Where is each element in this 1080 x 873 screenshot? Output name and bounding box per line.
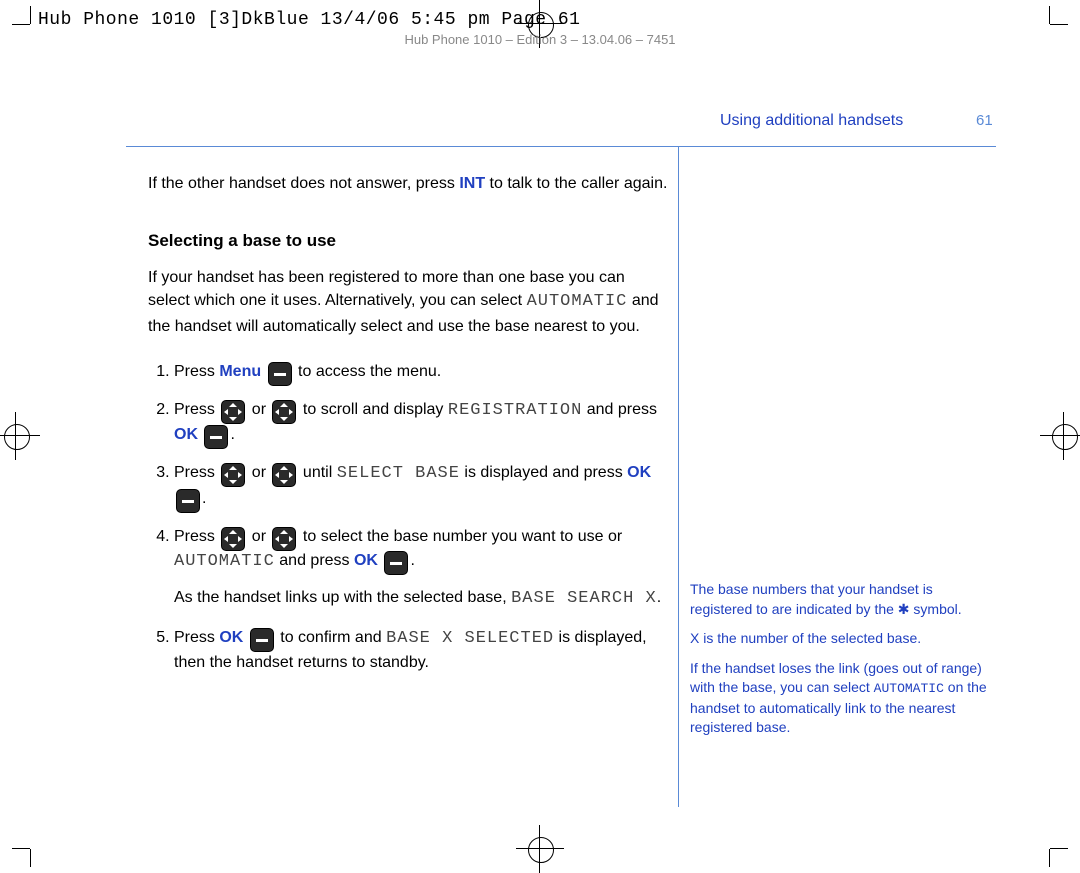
ok-key: OK bbox=[354, 552, 378, 569]
ok-button-icon bbox=[250, 628, 274, 652]
print-job-subheader: Hub Phone 1010 – Edition 3 – 13.04.06 – … bbox=[0, 32, 1080, 47]
step-3-b: until bbox=[298, 464, 336, 481]
step-3-c: is displayed and press bbox=[460, 464, 627, 481]
step-4-b: to select the base number you want to us… bbox=[298, 528, 622, 545]
step-4-note: As the handset links up with the selecte… bbox=[174, 586, 668, 612]
step-2-a: Press bbox=[174, 401, 219, 418]
lcd-registration: REGISTRATION bbox=[448, 401, 582, 420]
step-4-note-a: As the handset links up with the selecte… bbox=[174, 589, 511, 606]
registration-mark-bottom bbox=[516, 825, 564, 873]
section-intro: If your handset has been registered to m… bbox=[148, 266, 668, 338]
page-section-title: Using additional handsets bbox=[720, 112, 903, 130]
nav-button-icon bbox=[272, 463, 296, 487]
lcd-automatic: AUTOMATIC bbox=[174, 552, 275, 571]
int-key: INT bbox=[459, 175, 485, 192]
step-2-d: . bbox=[230, 426, 234, 443]
step-4-a: Press bbox=[174, 528, 219, 545]
step-5-b: to confirm and bbox=[276, 629, 386, 646]
menu-button-icon bbox=[268, 362, 292, 386]
nav-button-icon bbox=[272, 527, 296, 551]
registration-mark-left bbox=[0, 412, 40, 460]
main-column: If the other handset does not answer, pr… bbox=[148, 172, 668, 689]
ok-key: OK bbox=[219, 629, 243, 646]
step-3-or: or bbox=[247, 464, 270, 481]
step-5-a: Press bbox=[174, 629, 219, 646]
step-4-c: and press bbox=[275, 552, 354, 569]
step-4: Press or to select the base number you w… bbox=[174, 525, 668, 612]
step-5: Press OK to confirm and BASE X SELECTED … bbox=[174, 626, 668, 676]
step-1: Press Menu to access the menu. bbox=[174, 360, 668, 384]
intro-suffix: to talk to the caller again. bbox=[485, 175, 667, 192]
step-4-or: or bbox=[247, 528, 270, 545]
menu-key: Menu bbox=[219, 363, 261, 380]
sidebar-note-3: If the handset loses the link (goes out … bbox=[690, 659, 990, 738]
ok-button-icon bbox=[204, 425, 228, 449]
ok-button-icon bbox=[176, 489, 200, 513]
ok-key: OK bbox=[627, 464, 651, 481]
lcd-automatic: AUTOMATIC bbox=[527, 292, 628, 311]
ok-key: OK bbox=[174, 426, 198, 443]
lcd-base-selected: BASE X SELECTED bbox=[386, 629, 554, 648]
nav-button-icon bbox=[221, 400, 245, 424]
step-4-d: . bbox=[410, 552, 414, 569]
sidebar-column: The base numbers that your handset is re… bbox=[690, 580, 990, 748]
lcd-base-search: BASE SEARCH X bbox=[511, 589, 657, 608]
lcd-automatic-side: AUTOMATIC bbox=[874, 681, 944, 696]
ok-button-icon bbox=[384, 551, 408, 575]
nav-button-icon bbox=[272, 400, 296, 424]
steps-list: Press Menu to access the menu. Press or … bbox=[148, 360, 668, 676]
intro-prefix: If the other handset does not answer, pr… bbox=[148, 175, 459, 192]
print-job-header: Hub Phone 1010 [3]DkBlue 13/4/06 5:45 pm… bbox=[38, 10, 580, 30]
page-number: 61 bbox=[976, 112, 993, 129]
step-2-b: to scroll and display bbox=[298, 401, 447, 418]
step-3-a: Press bbox=[174, 464, 219, 481]
nav-button-icon bbox=[221, 527, 245, 551]
step-1-a: Press bbox=[174, 363, 219, 380]
column-divider bbox=[678, 147, 679, 807]
step-4-note-b: . bbox=[657, 589, 661, 606]
sidebar-note-1: The base numbers that your handset is re… bbox=[690, 580, 990, 619]
step-2-or: or bbox=[247, 401, 270, 418]
registration-mark-right bbox=[1040, 412, 1080, 460]
step-3-d: . bbox=[202, 490, 206, 507]
header-rule bbox=[126, 146, 996, 147]
step-2: Press or to scroll and display REGISTRAT… bbox=[174, 398, 668, 448]
lcd-select-base: SELECT BASE bbox=[337, 464, 460, 483]
sidebar-note-2: X is the number of the selected base. bbox=[690, 629, 990, 649]
nav-button-icon bbox=[221, 463, 245, 487]
section-heading: Selecting a base to use bbox=[148, 229, 668, 254]
intro-paragraph: If the other handset does not answer, pr… bbox=[148, 172, 668, 195]
step-2-c: and press bbox=[582, 401, 657, 418]
step-3: Press or until SELECT BASE is displayed … bbox=[174, 461, 668, 511]
step-1-b: to access the menu. bbox=[294, 363, 442, 380]
